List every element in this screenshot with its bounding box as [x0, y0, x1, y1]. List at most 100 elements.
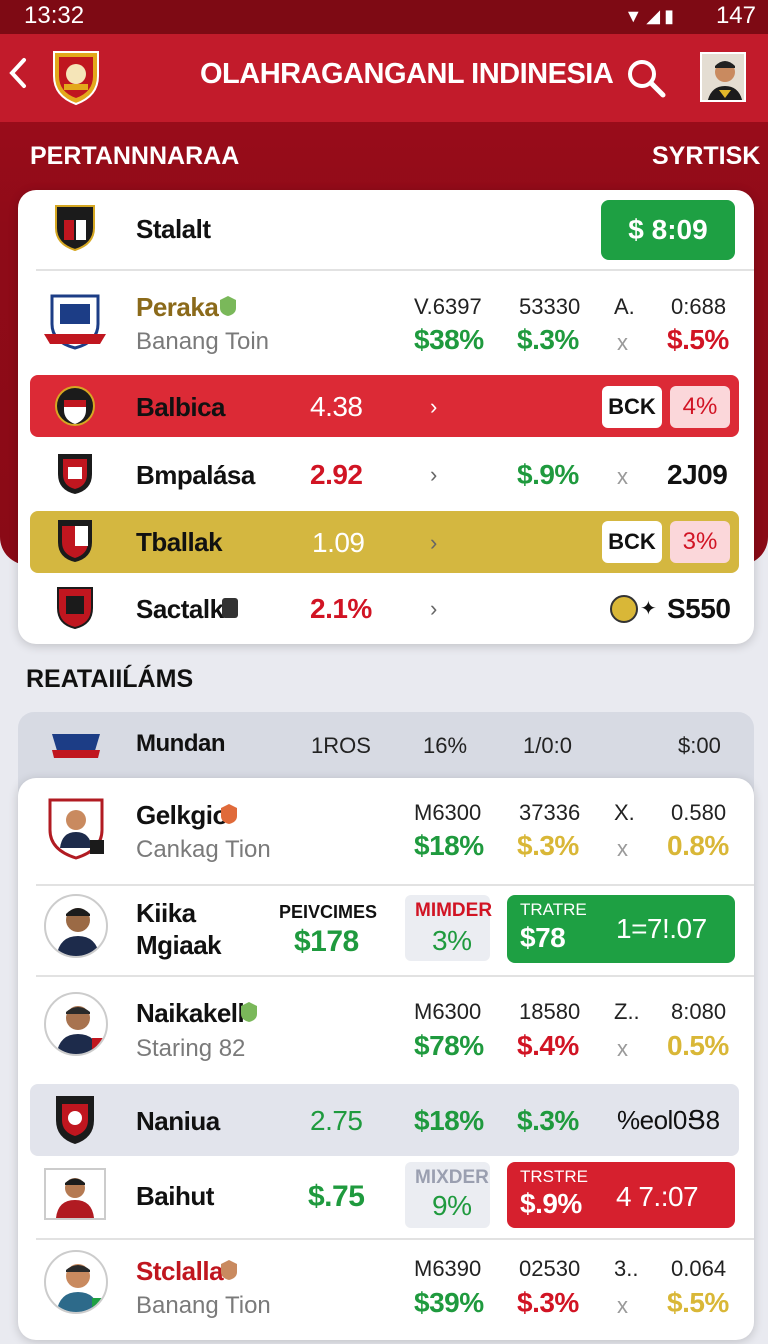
signal-icon: ▼◢▮: [624, 6, 678, 26]
player-subtitle: Staring 82: [136, 1035, 246, 1062]
chevron-right-icon[interactable]: ›: [430, 462, 437, 488]
odds-value[interactable]: $.75: [308, 1180, 365, 1214]
team-name: Naniua: [136, 1106, 220, 1136]
odds-value[interactable]: 0.8%: [667, 830, 729, 862]
odds-value[interactable]: $.3%: [517, 324, 579, 356]
team-shield-icon: [56, 586, 98, 634]
chevron-right-icon[interactable]: ›: [430, 394, 437, 420]
team-name: Stalalt: [136, 214, 211, 244]
chevron-left-icon[interactable]: [4, 56, 32, 99]
odds-value[interactable]: 1.09: [312, 527, 365, 559]
odds-value[interactable]: S550: [667, 593, 731, 625]
back-button[interactable]: BCK: [602, 386, 662, 428]
market-label: 0.064: [671, 1256, 727, 1281]
team-subtitle: Banang Toin: [136, 328, 270, 355]
player-name: Gelkgio: [136, 800, 228, 830]
player-badge-icon: [46, 796, 106, 860]
section-link-right[interactable]: SYRTISK: [652, 142, 760, 171]
bet-button-value: $78: [520, 922, 566, 953]
chevron-right-icon[interactable]: ›: [430, 596, 437, 622]
column-header: 1ROS: [311, 733, 371, 758]
chip-value: 3%: [432, 925, 472, 956]
market-label: 8:080: [671, 999, 727, 1024]
divider: [36, 975, 754, 977]
team-shield-icon: [56, 518, 98, 566]
close-icon[interactable]: x: [617, 1293, 628, 1319]
player-name-second-line: Mgiaak: [136, 930, 222, 960]
divider: [36, 269, 754, 271]
column-header: 1/0:0: [523, 733, 572, 758]
odds-value[interactable]: 2.75: [310, 1105, 363, 1137]
team-name: Tballak: [136, 527, 223, 557]
odds-value[interactable]: $18%: [414, 830, 484, 862]
close-icon[interactable]: x: [617, 464, 628, 490]
odds-value[interactable]: $.5%: [667, 324, 729, 356]
market-label: X.: [614, 800, 635, 825]
player-avatar: [44, 1250, 108, 1314]
verified-badge-icon: [219, 295, 237, 317]
team-shield-icon: [54, 1094, 96, 1146]
odds-value[interactable]: $38%: [414, 324, 484, 356]
player-subtitle: Cankag Tion: [136, 836, 271, 863]
odds-value[interactable]: $.5%: [667, 1287, 729, 1319]
odds-value[interactable]: 2J09: [667, 459, 728, 491]
odds-value[interactable]: $.9%: [517, 459, 579, 491]
back-button[interactable]: BCK: [602, 521, 662, 563]
search-icon[interactable]: [624, 56, 668, 100]
market-label: Z..: [614, 999, 640, 1024]
odds-value[interactable]: $.3%: [517, 1105, 579, 1137]
chip-value: 9%: [432, 1190, 472, 1221]
battery-level: 147: [715, 2, 756, 29]
odds-value[interactable]: $78%: [414, 1030, 484, 1062]
odds-value[interactable]: $178: [294, 925, 359, 959]
market-label: PEIVCIMES: [279, 902, 378, 922]
status-bar: 13:32 ▼◢▮ 147: [0, 0, 768, 34]
odds-value[interactable]: %eol0Ց8: [617, 1105, 720, 1136]
market-label: 53330: [519, 294, 581, 319]
player-photo: [44, 1168, 106, 1220]
section-title-secondary: REATAIIĹÁMS: [26, 665, 194, 693]
odds-value[interactable]: 2.1%: [310, 593, 372, 625]
odds-value[interactable]: 2.92: [310, 459, 363, 491]
market-label: 0.580: [671, 800, 727, 825]
market-label: M6300: [414, 999, 482, 1024]
bet-button-value: $.9%: [520, 1188, 582, 1219]
chevron-right-icon[interactable]: ›: [430, 530, 437, 556]
team-shield-icon: [56, 452, 98, 500]
market-label: 02530: [519, 1256, 581, 1281]
bet-button-label: TRATRE: [520, 900, 587, 919]
odds-value[interactable]: 0.5%: [667, 1030, 729, 1062]
column-header: 16%: [423, 733, 468, 758]
league-logo-icon: [50, 728, 102, 760]
market-label: 3..: [614, 1256, 639, 1281]
close-icon[interactable]: x: [617, 836, 628, 862]
odds-value[interactable]: 4.38: [310, 391, 363, 423]
odds-value[interactable]: $39%: [414, 1287, 484, 1319]
document-icon: [222, 598, 238, 618]
odds-button[interactable]: $ 8:09: [601, 200, 735, 260]
odds-value[interactable]: $.4%: [517, 1030, 579, 1062]
odds-value[interactable]: $.3%: [517, 1287, 579, 1319]
player-name: Naikakell: [136, 998, 245, 1028]
column-header-team: Mundan: [136, 730, 225, 757]
market-label: 18580: [519, 999, 581, 1024]
bet-button-odds: 1=7!.07: [616, 913, 707, 944]
bet-button-label: TRSTRE: [520, 1167, 588, 1186]
market-label: M6390: [414, 1256, 482, 1281]
market-label: V.6397: [414, 294, 482, 319]
player-name: Baihut: [136, 1181, 214, 1211]
percent-chip[interactable]: 4%: [670, 386, 730, 428]
app-title: OLAHRAGANGANL INDINESIA: [200, 58, 614, 90]
user-avatar[interactable]: [700, 52, 746, 102]
percent-chip[interactable]: 3%: [670, 521, 730, 563]
market-label: A.: [614, 294, 635, 319]
odds-value[interactable]: $.3%: [517, 830, 579, 862]
odds-value[interactable]: $18%: [414, 1105, 484, 1137]
player-name: Kiika: [136, 898, 196, 928]
player-name: Stclalla: [136, 1256, 224, 1286]
close-icon[interactable]: x: [617, 1036, 628, 1062]
verified-badge-icon: [220, 803, 238, 825]
player-avatar: [44, 894, 108, 958]
close-icon[interactable]: x: [617, 330, 628, 356]
section-title-primary: PERTANNNARAA: [30, 142, 240, 170]
